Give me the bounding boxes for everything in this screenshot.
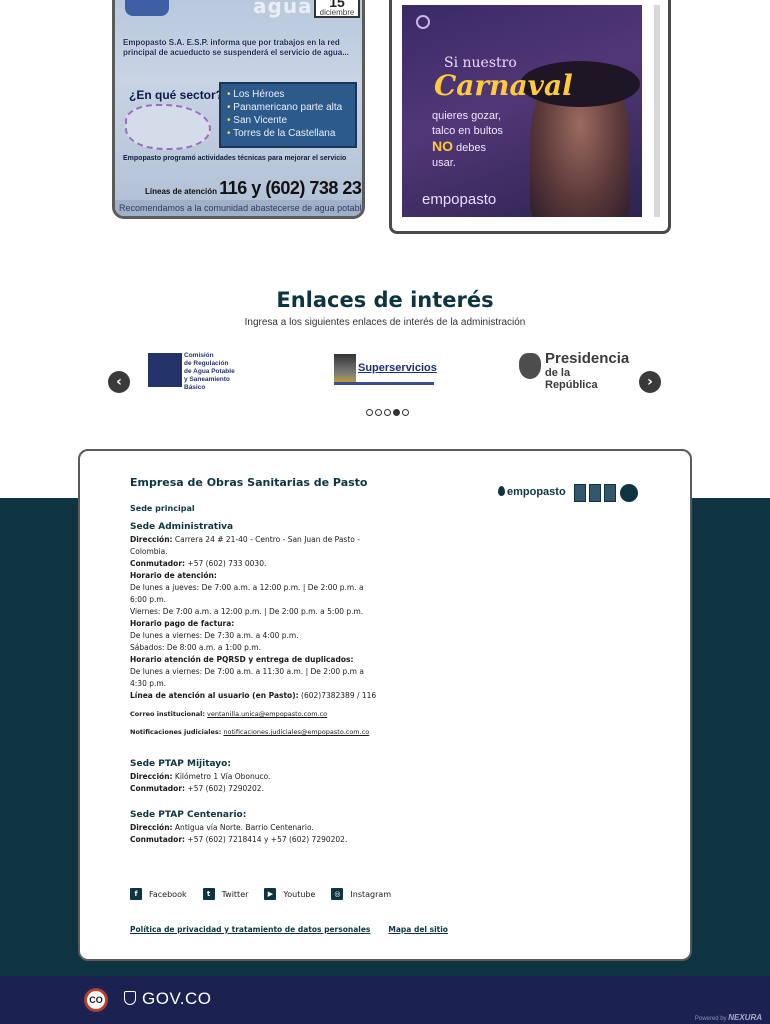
empopasto-logo: empopasto — [498, 486, 566, 498]
sector-item: San Vicente — [227, 114, 349, 127]
social-instagram-link[interactable]: ◎ Instagram — [331, 888, 391, 900]
seal-icon — [620, 484, 638, 502]
decor-circle-icon — [416, 15, 430, 29]
pqrsd-label: Horario atención de PQRSD y entrega de d… — [130, 655, 354, 664]
sede-centenario-direccion: Dirección: Antigua vía Norte. Barrio Cen… — [130, 823, 314, 832]
powered-by[interactable]: Powered by NEXURA — [695, 1013, 762, 1022]
youtube-icon: ▶ — [264, 888, 277, 900]
correo-link[interactable]: ventanilla.unica@empopasto.com.co — [207, 710, 327, 718]
superservicios-logo-text: Superservicios — [358, 362, 437, 374]
news-card-water-outage[interactable]: agua 15 diciembre Empopasto S.A. E.S.P. … — [112, 0, 365, 219]
gov-co-logo[interactable]: GOV.CO — [124, 989, 211, 1009]
sede-centenario-conmutador: Conmutador: +57 (602) 7218414 y +57 (602… — [130, 835, 348, 844]
poster-scrollbar[interactable] — [654, 5, 660, 217]
poster-intro-text: Empopasto S.A. E.S.P. informa que por tr… — [123, 38, 349, 57]
sede-mijitayo-conmutador: Conmutador: +57 (602) 7290202. — [130, 784, 264, 793]
pago-line: De lunes a viernes: De 7:30 a.m. a 4:00 … — [130, 631, 299, 640]
sede-mijitayo-direccion: Dirección: Kilómetro 1 Vía Obonuco. — [130, 772, 271, 781]
carousel-prev-button[interactable]: ‹ — [108, 371, 130, 393]
sector-item: Torres de la Castellana — [227, 127, 349, 140]
horario-line: Viernes: De 7:00 a.m. a 12:00 p.m. | De … — [130, 607, 364, 616]
links-section-subtitle: Ingresa a los siguientes enlaces de inte… — [244, 317, 526, 328]
links-section-title: Enlaces de interés — [276, 288, 494, 312]
sede-centenario-title: Sede PTAP Centenario: — [130, 810, 247, 820]
footer-card: Empresa de Obras Sanitarias de Pasto emp… — [78, 449, 692, 961]
sede-principal-label: Sede principal — [130, 504, 195, 513]
presidencia-shield-icon — [519, 353, 541, 379]
social-facebook-link[interactable]: f Facebook — [130, 888, 187, 900]
poster-pipe-graphic — [125, 104, 211, 150]
sede-admin-conmutador: Conmutador: +57 (602) 733 0030. — [130, 559, 267, 568]
carousel-dot[interactable] — [384, 409, 391, 416]
cra-mark-icon — [148, 353, 182, 387]
sede-admin-title: Sede Administrativa — [130, 522, 234, 532]
cra-logo-text: Comisión de Regulación de Agua Potable y… — [184, 352, 235, 391]
legal-links: Política de privacidad y tratamiento de … — [130, 925, 448, 934]
certification-icon — [604, 484, 616, 502]
social-links: f Facebook t Twitter ▶ Youtube ◎ Instagram — [130, 888, 391, 900]
carousel-dot[interactable] — [402, 409, 409, 416]
news-caption: Recomendamos a la comunidad abastecerse … — [115, 200, 362, 216]
certification-icon — [589, 484, 601, 502]
social-youtube-link[interactable]: ▶ Youtube — [264, 888, 315, 900]
poster-warning: Empopasto programó actividades técnicas … — [123, 155, 347, 162]
superservicios-mark-icon — [334, 354, 356, 384]
social-twitter-link[interactable]: t Twitter — [202, 888, 248, 900]
carousel-dot-active[interactable] — [393, 409, 400, 416]
coat-of-arms-icon — [124, 991, 136, 1005]
footer-logos: empopasto — [498, 482, 640, 506]
carousel-pagination — [366, 409, 409, 417]
colombia-badge-icon[interactable]: CO — [84, 988, 108, 1012]
sitemap-link[interactable]: Mapa del sitio — [388, 925, 448, 934]
poster-header-word: agua — [253, 0, 313, 18]
instagram-icon: ◎ — [331, 888, 344, 900]
poster-body: quieres gozar, talco en bultos NO debes … — [432, 110, 503, 169]
privacy-policy-link[interactable]: Política de privacidad y tratamiento de … — [130, 925, 370, 934]
carousel-next-button[interactable]: › — [639, 371, 661, 393]
poster-sector-list: Los Héroes Panamericano parte alta San V… — [219, 82, 357, 148]
footer-company-name: Empresa de Obras Sanitarias de Pasto — [130, 476, 368, 489]
superservicios-underline — [334, 382, 434, 385]
carousel-dot[interactable] — [366, 409, 373, 416]
sector-item: Los Héroes — [227, 88, 349, 101]
chevron-right-icon: › — [647, 374, 653, 390]
footer-contact-info: Sede principal Sede Administrativa Direc… — [130, 503, 378, 846]
facebook-icon: f — [130, 888, 142, 900]
sede-mijitayo-title: Sede PTAP Mijitayo: — [130, 759, 231, 769]
poster-tool-graphic — [125, 0, 169, 16]
gov-co-bar — [0, 976, 770, 1024]
twitter-icon: t — [202, 888, 215, 900]
chevron-left-icon: ‹ — [116, 374, 122, 390]
link-logo-superservicios[interactable]: Superservicios — [334, 350, 438, 390]
empopasto-logo: empopasto — [422, 191, 497, 208]
link-logo-cra[interactable]: Comisión de Regulación de Agua Potable y… — [148, 350, 252, 391]
poster-date: 15 diciembre — [314, 0, 360, 18]
pqrsd-line: De lunes a viernes: De 7:00 a.m. a 11:30… — [130, 667, 364, 688]
linea-atencion: Línea de atención al usuario (en Pasto):… — [130, 691, 377, 700]
link-logo-presidencia[interactable]: Presidencia de la República — [519, 350, 629, 391]
carnaval-poster: Si nuestro Carnaval quieres gozar, talco… — [402, 5, 642, 217]
sector-item: Panamericano parte alta — [227, 101, 349, 114]
pago-line: Sábados: De 8:00 a.m. a 1:00 p.m. — [130, 643, 261, 652]
news-card-carnaval[interactable]: Si nuestro Carnaval quieres gozar, talco… — [389, 0, 671, 234]
horario-line: De lunes a jueves: De 7:00 a.m. a 12:00 … — [130, 583, 364, 604]
correo-institucional: Correo institucional: ventanilla.unica@e… — [130, 710, 328, 718]
carousel-dot[interactable] — [375, 409, 382, 416]
sede-admin-direccion: Dirección: Carrera 24 # 21-40 - Centro -… — [130, 535, 360, 556]
poster-question: ¿En qué sector? — [129, 88, 224, 102]
notificaciones-link[interactable]: notificaciones.judiciales@empopasto.com.… — [223, 728, 369, 736]
certification-icon — [574, 484, 586, 502]
pago-label: Horario pago de factura: — [130, 619, 235, 628]
horario-label: Horario de atención: — [130, 571, 217, 580]
poster-line-2: Carnaval — [434, 69, 573, 102]
notificaciones-judiciales: Notificaciones judiciales: notificacione… — [130, 728, 370, 736]
